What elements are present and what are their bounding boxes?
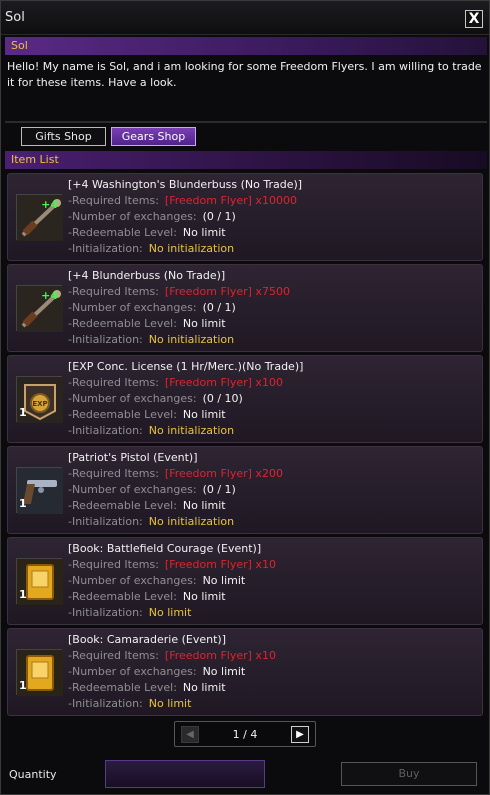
level-label: -Redeemable Level: bbox=[68, 499, 177, 512]
init-label: -Initialization: bbox=[68, 515, 143, 528]
exchanges-label: -Number of exchanges: bbox=[68, 301, 197, 314]
level-label: -Redeemable Level: bbox=[68, 681, 177, 694]
window-title: Sol bbox=[5, 10, 25, 25]
exchanges-value: No limit bbox=[202, 574, 246, 587]
init-value: No initialization bbox=[148, 424, 235, 437]
required-label: -Required Items: bbox=[68, 558, 159, 571]
svg-text:EXP: EXP bbox=[32, 400, 47, 408]
item-list-title: Item List bbox=[11, 153, 59, 166]
required-value: [Freedom Flyer] x100 bbox=[164, 376, 283, 389]
npc-greeting: Hello! My name is Sol, and i am looking … bbox=[7, 60, 482, 89]
item-quantity: 1 bbox=[19, 679, 27, 692]
item-quantity: 1 bbox=[19, 588, 27, 601]
required-value: [Freedom Flyer] x7500 bbox=[164, 285, 290, 298]
close-button[interactable]: X bbox=[465, 10, 483, 28]
level-label: -Redeemable Level: bbox=[68, 590, 177, 603]
pagination: ◀ 1 / 4 ▶ bbox=[174, 721, 316, 747]
enhancement-badge: +4 bbox=[41, 289, 58, 302]
required-label: -Required Items: bbox=[68, 376, 159, 389]
item-name: [Book: Camaraderie (Event)] bbox=[68, 633, 226, 646]
exchanges-value: (0 / 1) bbox=[202, 483, 236, 496]
blunderbuss-icon: +4 bbox=[16, 285, 63, 332]
required-value: [Freedom Flyer] x10000 bbox=[164, 194, 297, 207]
exchanges-value: No limit bbox=[202, 665, 246, 678]
level-value: No limit bbox=[182, 317, 226, 330]
init-label: -Initialization: bbox=[68, 333, 143, 346]
item-name: [Book: Battlefield Courage (Event)] bbox=[68, 542, 262, 555]
exchanges-label: -Number of exchanges: bbox=[68, 392, 197, 405]
init-value: No initialization bbox=[148, 333, 235, 346]
level-label: -Redeemable Level: bbox=[68, 408, 177, 421]
init-value: No limit bbox=[148, 697, 192, 710]
tab-gifts-shop[interactable]: Gifts Shop bbox=[21, 127, 106, 146]
init-label: -Initialization: bbox=[68, 697, 143, 710]
quantity-label: Quantity bbox=[9, 768, 57, 781]
shop-item[interactable]: 1 [Book: Camaraderie (Event)] -Required … bbox=[7, 628, 483, 716]
item-list-header: Item List bbox=[5, 151, 487, 169]
npc-name: Sol bbox=[11, 39, 28, 52]
level-value: No limit bbox=[182, 499, 226, 512]
pistol-icon: 1 bbox=[16, 467, 63, 514]
npc-shop-window: Sol X Sol Hello! My name is Sol, and i a… bbox=[0, 0, 490, 795]
level-value: No limit bbox=[182, 681, 226, 694]
shop-item[interactable]: EXP 1 [EXP Conc. License (1 Hr/Merc.)(No… bbox=[7, 355, 483, 443]
exchanges-label: -Number of exchanges: bbox=[68, 574, 197, 587]
init-label: -Initialization: bbox=[68, 424, 143, 437]
book-icon: 1 bbox=[16, 649, 63, 696]
level-value: No limit bbox=[182, 408, 226, 421]
required-label: -Required Items: bbox=[68, 467, 159, 480]
required-value: [Freedom Flyer] x10 bbox=[164, 649, 276, 662]
item-name: [Patriot's Pistol (Event)] bbox=[68, 451, 198, 464]
item-name: [EXP Conc. License (1 Hr/Merc.)(No Trade… bbox=[68, 360, 304, 373]
enhancement-badge: +4 bbox=[41, 198, 58, 211]
exchanges-value: (0 / 1) bbox=[202, 210, 236, 223]
required-value: [Freedom Flyer] x10 bbox=[164, 558, 276, 571]
title-bar[interactable]: Sol X bbox=[1, 1, 489, 35]
tab-gears-shop[interactable]: Gears Shop bbox=[111, 127, 196, 146]
next-page-button[interactable]: ▶ bbox=[291, 726, 309, 743]
exp-license-icon: EXP 1 bbox=[16, 376, 63, 423]
level-label: -Redeemable Level: bbox=[68, 317, 177, 330]
init-label: -Initialization: bbox=[68, 242, 143, 255]
level-value: No limit bbox=[182, 226, 226, 239]
shop-item[interactable]: 1 [Patriot's Pistol (Event)] -Required I… bbox=[7, 446, 483, 534]
book-icon: 1 bbox=[16, 558, 63, 605]
exchanges-label: -Number of exchanges: bbox=[68, 483, 197, 496]
quantity-input[interactable] bbox=[105, 760, 265, 788]
init-value: No limit bbox=[148, 606, 192, 619]
init-value: No initialization bbox=[148, 242, 235, 255]
exchanges-value: (0 / 10) bbox=[202, 392, 243, 405]
required-value: [Freedom Flyer] x200 bbox=[164, 467, 283, 480]
required-label: -Required Items: bbox=[68, 285, 159, 298]
required-label: -Required Items: bbox=[68, 649, 159, 662]
exchanges-label: -Number of exchanges: bbox=[68, 210, 197, 223]
item-quantity: 1 bbox=[19, 497, 27, 510]
level-value: No limit bbox=[182, 590, 226, 603]
exchanges-value: (0 / 1) bbox=[202, 301, 236, 314]
init-label: -Initialization: bbox=[68, 606, 143, 619]
item-quantity: 1 bbox=[19, 406, 27, 419]
buy-button[interactable]: Buy bbox=[341, 762, 477, 786]
exchanges-label: -Number of exchanges: bbox=[68, 665, 197, 678]
level-label: -Redeemable Level: bbox=[68, 226, 177, 239]
shop-item[interactable]: +4 [+4 Blunderbuss (No Trade)] -Required… bbox=[7, 264, 483, 352]
item-name: [+4 Blunderbuss (No Trade)] bbox=[68, 269, 226, 282]
shop-item[interactable]: +4 [+4 Washington's Blunderbuss (No Trad… bbox=[7, 173, 483, 261]
blunderbuss-icon: +4 bbox=[16, 194, 63, 241]
divider bbox=[5, 121, 487, 123]
npc-name-bar: Sol bbox=[5, 37, 487, 55]
required-label: -Required Items: bbox=[68, 194, 159, 207]
item-name: [+4 Washington's Blunderbuss (No Trade)] bbox=[68, 178, 303, 191]
init-value: No initialization bbox=[148, 515, 235, 528]
shop-item[interactable]: 1 [Book: Battlefield Courage (Event)] -R… bbox=[7, 537, 483, 625]
